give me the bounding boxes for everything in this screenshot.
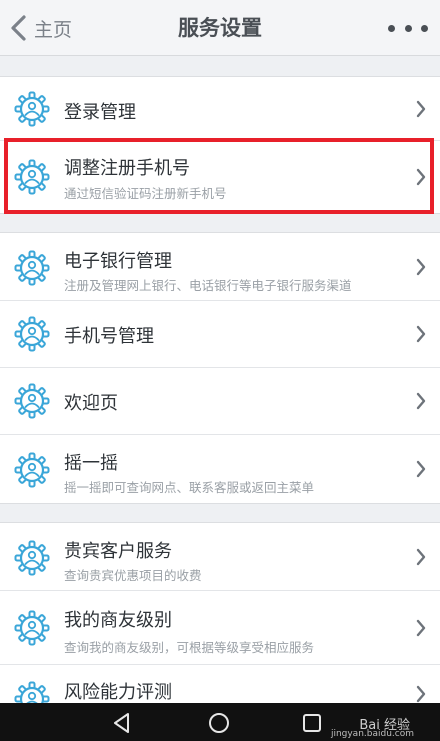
more-button[interactable] [388,14,428,42]
chevron-right-icon [416,100,426,118]
item-label: 贵宾客户服务 [64,541,172,562]
recent-square-icon[interactable] [300,711,324,735]
gear-user-icon [14,610,50,646]
settings-group-2: 电子银行管理 注册及管理网上银行、电话银行等电子银行服务渠道 手机号管理 欢迎页… [0,232,440,504]
settings-item-change-phone[interactable]: 调整注册手机号 通过短信验证码注册新手机号 [0,141,440,213]
item-description: 摇一摇即可查询网点、联系客服或返回主菜单 [64,480,315,495]
item-description: 注册及管理网上银行、电话银行等电子银行服务渠道 [64,278,352,293]
chevron-right-icon [416,619,426,637]
item-label: 我的商友级别 [64,610,172,631]
chevron-right-icon [416,258,426,276]
item-description: 查询贵宾优惠项目的收费 [64,568,202,583]
header-bar: 主页 服务设置 [0,0,440,56]
gear-user-icon [14,383,50,419]
gear-user-icon [14,540,50,576]
item-label: 调整注册手机号 [64,158,190,179]
back-triangle-icon[interactable] [110,711,134,735]
chevron-right-icon [416,460,426,478]
chevron-right-icon [416,325,426,343]
item-label: 登录管理 [64,102,136,123]
settings-item-shake[interactable]: 摇一摇 摇一摇即可查询网点、联系客服或返回主菜单 [0,435,440,503]
item-label: 摇一摇 [64,453,118,474]
item-label: 手机号管理 [64,326,154,347]
more-dots-icon [388,24,395,32]
item-label: 电子银行管理 [64,251,172,272]
gear-user-icon [14,452,50,488]
gear-user-icon [14,250,50,286]
chevron-right-icon [416,168,426,186]
gear-user-icon [14,159,50,195]
system-nav-bar: Bai 经验 jingyan.baidu.com [0,703,440,741]
settings-item-vip[interactable]: 贵宾客户服务 查询贵宾优惠项目的收费 [0,523,440,591]
home-circle-icon[interactable] [207,711,231,735]
settings-item-login[interactable]: 登录管理 [0,77,440,141]
chevron-right-icon [416,685,426,703]
chevron-right-icon [416,392,426,410]
back-button[interactable]: 主页 [8,10,72,46]
watermark: Bai 经验 jingyan.baidu.com [331,711,414,740]
settings-item-merchant-level[interactable]: 我的商友级别 查询我的商友级别，可根据等级享受相应服务 [0,591,440,665]
item-description: 通过短信验证码注册新手机号 [64,186,227,201]
back-label: 主页 [34,18,73,41]
settings-item-ebank[interactable]: 电子银行管理 注册及管理网上银行、电话银行等电子银行服务渠道 [0,233,440,301]
gear-user-icon [14,91,50,127]
item-label: 欢迎页 [64,393,118,414]
item-label: 风险能力评测 [64,682,172,703]
settings-item-welcome[interactable]: 欢迎页 [0,368,440,435]
watermark-sub: jingyan.baidu.com [330,729,414,739]
item-description: 查询我的商友级别，可根据等级享受相应服务 [64,640,315,655]
settings-item-phone-manage[interactable]: 手机号管理 [0,301,440,368]
gear-user-icon [14,316,50,352]
settings-group-3: 贵宾客户服务 查询贵宾优惠项目的收费 我的商友级别 查询我的商友级别，可根据等级… [0,522,440,717]
chevron-left-icon [11,15,26,41]
chevron-right-icon [416,548,426,566]
settings-group-1: 登录管理 调整注册手机号 通过短信验证码注册新手机号 [0,76,440,214]
